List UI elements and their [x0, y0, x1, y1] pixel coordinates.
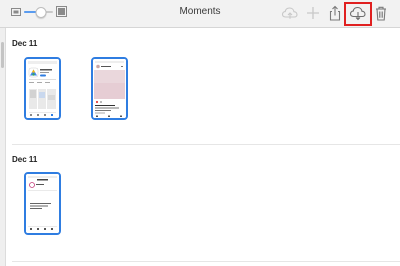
- toolbar: Moments: [0, 0, 400, 28]
- section-date-heading: Dec 11: [12, 155, 38, 164]
- instagram-post-screenshot-image: [93, 59, 126, 118]
- sidebar-scrollbar[interactable]: [0, 28, 6, 266]
- photo-thumbnail[interactable]: [91, 57, 128, 120]
- section-date-heading: Dec 11: [12, 39, 38, 48]
- instagram-profile-screenshot-image: [26, 174, 59, 233]
- section-divider: [12, 261, 400, 262]
- trash-icon[interactable]: [372, 4, 390, 22]
- download-highlight-box: [344, 2, 372, 26]
- section-divider: [12, 144, 400, 145]
- photo-thumbnail[interactable]: [24, 57, 61, 120]
- share-icon[interactable]: [326, 4, 344, 22]
- add-icon[interactable]: [304, 4, 322, 22]
- scrollbar-thumb[interactable]: [1, 42, 4, 68]
- app-store-screenshot-image: [26, 59, 59, 118]
- photo-thumbnail[interactable]: [24, 172, 61, 235]
- cloud-upload-icon[interactable]: [281, 4, 299, 22]
